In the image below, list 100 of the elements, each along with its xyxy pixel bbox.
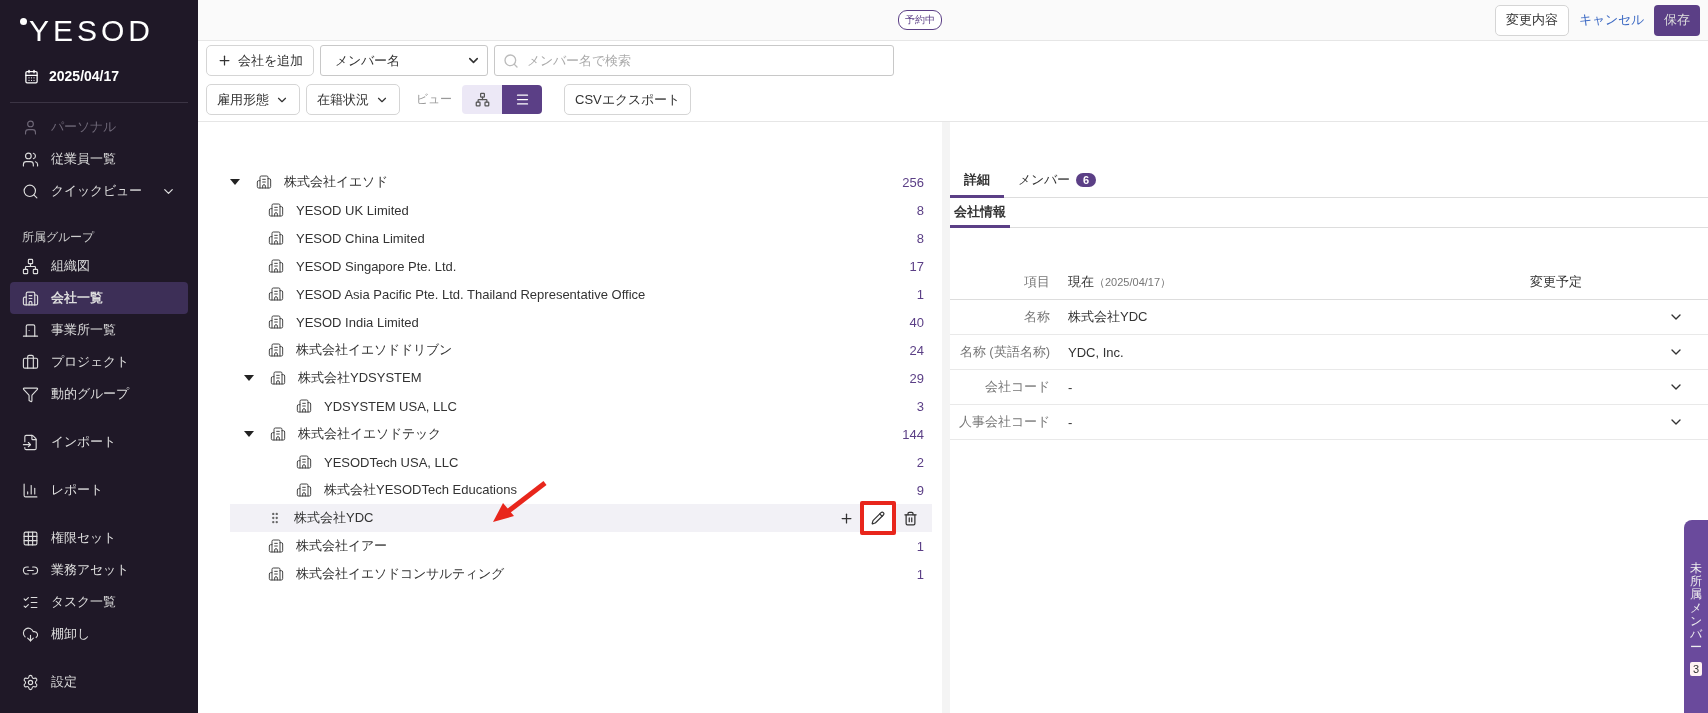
tree-row[interactable]: 株式会社イエソド 256 <box>230 168 932 196</box>
sidebar-item[interactable]: 事業所一覧 <box>10 314 188 346</box>
member-count: 24 <box>909 342 924 358</box>
search-icon <box>503 52 519 69</box>
sidebar-item[interactable]: 業務アセット <box>10 554 188 586</box>
company-name: YESODTech USA, LLC <box>324 454 460 470</box>
sidebar-item[interactable]: 組織図 <box>10 250 188 282</box>
sidebar-item[interactable]: 棚卸し <box>10 618 188 650</box>
funnel-icon <box>22 385 39 403</box>
door-icon <box>22 321 39 339</box>
company-name: 株式会社YESODTech Educations <box>324 481 518 499</box>
field-value: - <box>1068 414 1074 430</box>
company-name: 株式会社イエソドテック <box>298 425 442 443</box>
company-name: YESOD Singapore Pte. Ltd. <box>296 258 458 274</box>
buildings-icon <box>296 482 312 498</box>
tree-row[interactable]: YDSYSTEM USA, LLC 3 <box>230 392 932 420</box>
buildings-icon <box>268 538 284 554</box>
company-name: YESOD UK Limited <box>296 202 410 218</box>
sidebar-item[interactable]: プロジェクト <box>10 346 188 378</box>
count-badge: 6 <box>1076 172 1097 187</box>
tree-row[interactable]: YESOD India Limited 40 <box>230 308 932 336</box>
tree-row[interactable]: YESOD China Limited 8 <box>230 224 932 252</box>
sidebar-item[interactable]: クイックビュー <box>10 175 188 207</box>
expand-caret-icon[interactable] <box>230 179 240 185</box>
field-label: 人事会社コード <box>958 413 1050 431</box>
sidebar-item[interactable]: インポート <box>10 426 188 458</box>
briefcase-icon <box>22 353 39 371</box>
member-count: 17 <box>909 258 924 274</box>
csv-export-button[interactable]: CSVエクスポート <box>564 84 691 115</box>
tree-row[interactable]: YESOD UK Limited 8 <box>230 196 932 224</box>
company-name: 株式会社YDSYSTEM <box>298 369 423 387</box>
buildings-icon <box>296 454 312 470</box>
unassigned-members-tab[interactable]: 未所属メンバー 3 <box>1684 520 1708 713</box>
changes-button[interactable]: 変更内容 <box>1495 4 1569 36</box>
cancel-link[interactable]: キャンセル <box>1579 11 1644 29</box>
edit-button[interactable] <box>860 501 896 535</box>
view-label: ビュー <box>416 91 452 108</box>
sidebar-item[interactable]: 権限セット <box>10 522 188 554</box>
expand-caret-icon[interactable] <box>244 375 254 381</box>
field-value: 株式会社YDC <box>1068 308 1149 326</box>
member-count: 8 <box>916 230 924 246</box>
search-field[interactable]: メンバー名で検索 <box>494 45 894 76</box>
tab[interactable]: 詳細 <box>950 164 1004 198</box>
section-heading: 所属グループ <box>21 229 96 246</box>
expand-caret-icon[interactable] <box>244 431 254 437</box>
buildings-icon <box>268 258 284 274</box>
field-value: - <box>1068 379 1074 395</box>
company-name: 株式会社イエソドコンサルティング <box>296 565 505 583</box>
buildings-icon <box>270 426 286 442</box>
sidebar-item[interactable]: タスク一覧 <box>10 586 188 618</box>
cloud-download-icon <box>22 625 39 643</box>
tree-row[interactable]: 株式会社イエソドテック 144 <box>230 420 932 448</box>
search-by-select[interactable]: メンバー名 <box>320 45 488 76</box>
column-header: 項目 <box>1023 272 1050 291</box>
field-label: 名称 <box>1023 308 1050 326</box>
company-name: YESOD Asia Pacific Pte. Ltd. Thailand Representative Office <box>296 286 647 302</box>
tree-row[interactable]: 株式会社イアー 1 <box>230 532 932 560</box>
save-button[interactable]: 保存 <box>1654 4 1700 36</box>
buildings-icon <box>268 286 284 302</box>
field-label: 会社コード <box>984 378 1050 396</box>
add-company-button[interactable]: 会社を追加 <box>206 45 314 76</box>
company-name: YESOD China Limited <box>296 230 426 246</box>
tree-row[interactable]: 株式会社YDC <box>230 504 932 532</box>
member-count: 1 <box>916 566 924 582</box>
sidebar-item[interactable]: 動的グループ <box>10 378 188 410</box>
filter-dropdown[interactable]: 雇用形態 <box>206 84 300 115</box>
list-view-button[interactable] <box>502 85 542 114</box>
tree-row[interactable]: 株式会社イエソドコンサルティング 1 <box>230 560 932 588</box>
tree-row[interactable]: YESOD Singapore Pte. Ltd. 17 <box>230 252 932 280</box>
search-icon <box>22 182 39 200</box>
tree-row[interactable]: 株式会社YESODTech Educations 9 <box>230 476 932 504</box>
member-count: 144 <box>902 426 924 442</box>
current-date[interactable]: 2025/04/17 <box>49 68 120 84</box>
sidebar-item[interactable]: 設定 <box>10 666 188 698</box>
column-header: 変更予定 <box>1530 272 1583 291</box>
column-header: 現在（2025/04/17） <box>1068 272 1173 291</box>
member-count: 1 <box>916 286 924 302</box>
buildings-icon <box>256 174 272 190</box>
tree-row[interactable]: YESOD Asia Pacific Pte. Ltd. Thailand Representative Office 1 <box>230 280 932 308</box>
member-count: 40 <box>909 314 924 330</box>
member-count: 29 <box>909 370 924 386</box>
company-name: 株式会社YDC <box>294 509 375 527</box>
buildings-icon <box>296 398 312 414</box>
tab[interactable]: メンバー 6 <box>1004 164 1111 198</box>
person-icon <box>22 118 39 136</box>
tree-row[interactable]: 株式会社YDSYSTEM 29 <box>230 364 932 392</box>
sidebar-item[interactable]: 会社一覧 <box>10 282 188 314</box>
sidebar-item[interactable]: 従業員一覧 <box>10 143 188 175</box>
member-count: 8 <box>916 202 924 218</box>
tree-row[interactable]: 株式会社イエソドドリブン 24 <box>230 336 932 364</box>
sidebar-item[interactable]: レポート <box>10 474 188 506</box>
org-chart-icon <box>474 92 490 107</box>
filter-dropdown[interactable]: 在籍状況 <box>306 84 400 115</box>
org-chart-view-button[interactable] <box>462 85 502 114</box>
plus-icon <box>217 53 232 68</box>
buildings-icon <box>270 370 286 386</box>
company-name: YESOD India Limited <box>296 314 420 330</box>
tree-row[interactable]: YESODTech USA, LLC 2 <box>230 448 932 476</box>
count-badge: 3 <box>1689 662 1703 677</box>
tab[interactable]: 会社情報 <box>950 198 1010 228</box>
